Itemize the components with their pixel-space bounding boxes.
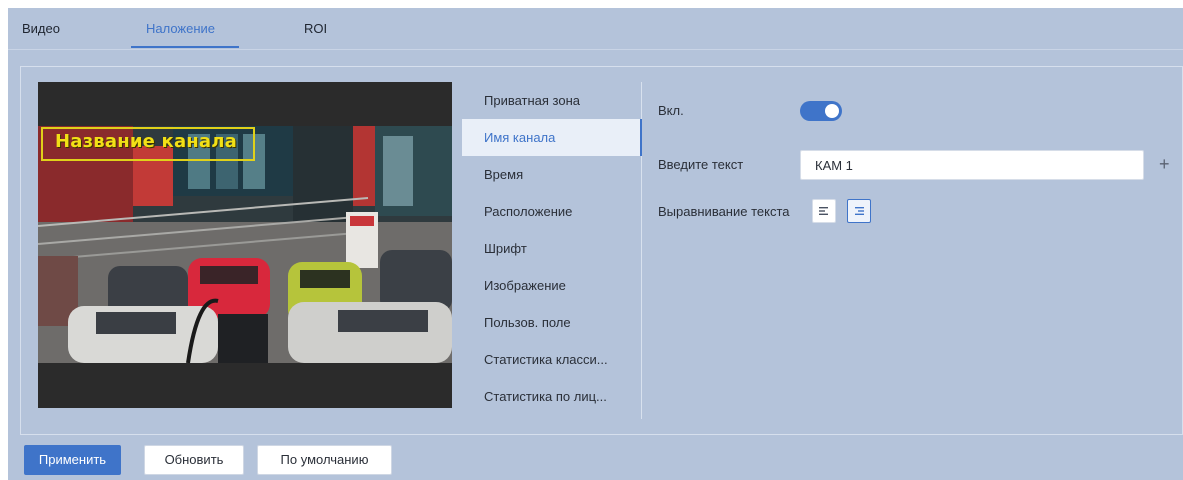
tab-roi[interactable]: ROI [304, 20, 327, 38]
tab-overlay[interactable]: Наложение [146, 20, 215, 38]
enable-label: Вкл. [658, 103, 684, 118]
channel-name-input[interactable] [800, 150, 1144, 180]
menu-item-classification-stats[interactable]: Статистика класси... [462, 341, 642, 378]
text-align-label: Выравнивание текста [658, 204, 790, 219]
align-right-icon [855, 207, 864, 215]
overlay-settings-page: Видео Наложение ROI Название канала Прив… [8, 8, 1183, 480]
camera-snapshot [38, 126, 452, 363]
settings-panel: Название канала Приватная зона Имя канал… [20, 66, 1183, 435]
align-left-icon [819, 207, 828, 215]
active-tab-indicator [131, 46, 239, 48]
plus-icon[interactable]: + [1159, 154, 1170, 174]
menu-item-custom-field[interactable]: Пользов. поле [462, 304, 642, 341]
video-preview: Название канала [38, 82, 452, 408]
text-input-label: Введите текст [658, 157, 744, 172]
tab-bar: Видео Наложение ROI [8, 8, 1183, 50]
menu-item-image[interactable]: Изображение [462, 267, 642, 304]
menu-item-privacy-zone[interactable]: Приватная зона [462, 82, 642, 119]
align-right-button[interactable] [847, 199, 871, 223]
default-button[interactable]: По умолчанию [257, 445, 392, 475]
align-left-button[interactable] [812, 199, 836, 223]
menu-item-channel-name[interactable]: Имя канала [462, 119, 642, 156]
tab-video[interactable]: Видео [22, 20, 60, 38]
menu-item-font[interactable]: Шрифт [462, 230, 642, 267]
apply-button[interactable]: Применить [24, 445, 121, 475]
enable-toggle[interactable] [800, 101, 842, 121]
overlay-menu: Приватная зона Имя канала Время Располож… [462, 82, 642, 419]
menu-item-face-stats[interactable]: Статистика по лиц... [462, 378, 642, 415]
menu-item-time[interactable]: Время [462, 156, 642, 193]
osd-channel-name-text: Название канала [55, 131, 238, 152]
toggle-knob [825, 104, 839, 118]
refresh-button[interactable]: Обновить [144, 445, 244, 475]
menu-item-position[interactable]: Расположение [462, 193, 642, 230]
